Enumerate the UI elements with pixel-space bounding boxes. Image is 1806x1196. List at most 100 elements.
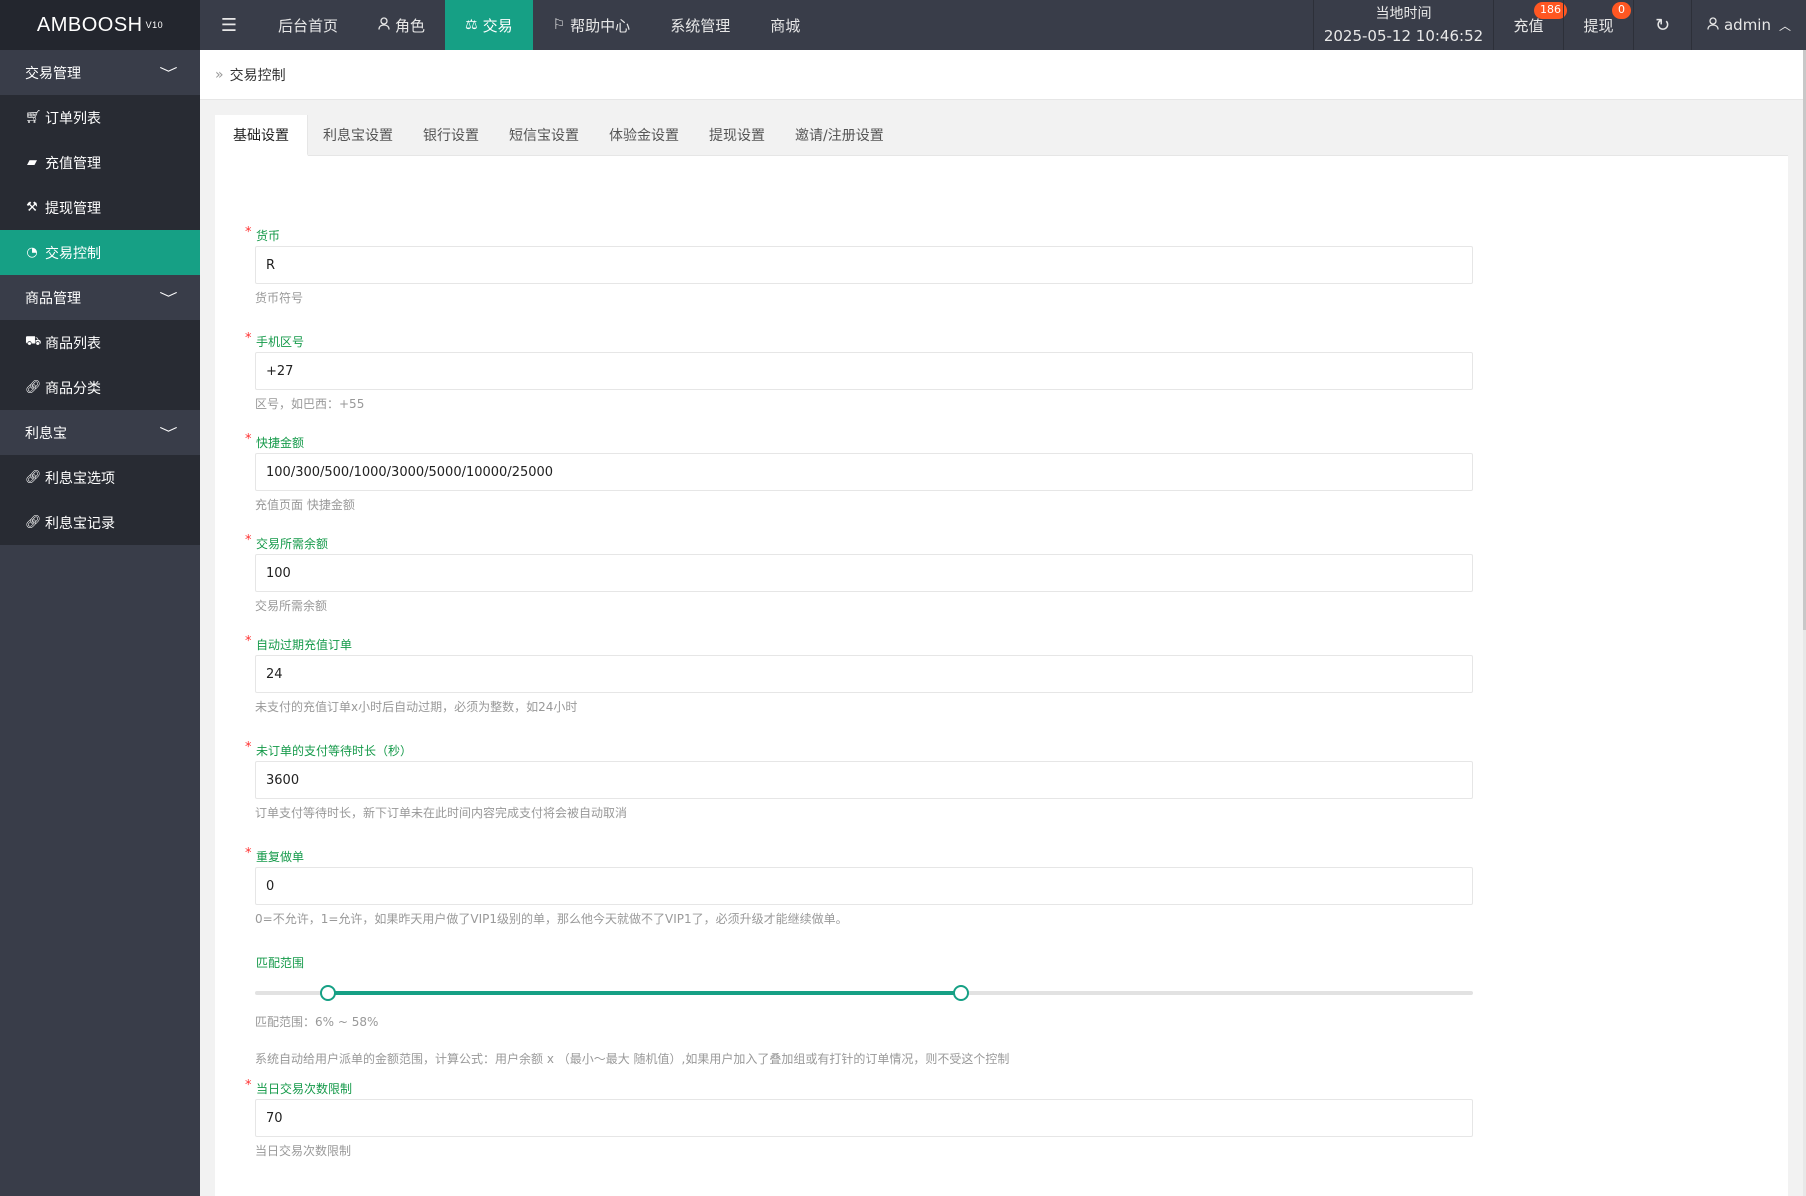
nav-item-home[interactable]: 后台首页: [258, 0, 358, 50]
min-balance-input[interactable]: 100: [255, 554, 1473, 592]
tab-withdraw[interactable]: 提现设置: [694, 115, 780, 155]
local-time: 当地时间 2025-05-12 10:46:52: [1313, 0, 1493, 50]
tab-interest[interactable]: 利息宝设置: [308, 115, 408, 155]
refresh-button[interactable]: ↻: [1633, 0, 1691, 50]
field-label: * 当日交易次数限制: [245, 1078, 1473, 1097]
tab-trial[interactable]: 体验金设置: [594, 115, 694, 155]
match-range-slider[interactable]: [255, 985, 1473, 1001]
link-icon: 🔗︎: [25, 470, 42, 485]
top-header: AMBOOSH V10 ☰ 后台首页 角色 ⚖ 交易 ⚐ 帮助中心 系统管理 商城 当…: [0, 0, 1806, 50]
sidebar-item-orders[interactable]: 🛒︎ 订单列表: [0, 95, 200, 140]
sidebar-item-label: 利息宝选项: [45, 470, 115, 487]
breadcrumb-current: 交易控制: [229, 67, 286, 84]
scale-icon: ⚖: [465, 17, 478, 33]
time-label: 当地时间: [1375, 6, 1432, 22]
required-mark: *: [245, 1078, 252, 1093]
label-text: 自动过期充值订单: [256, 638, 353, 652]
nav-item-trade[interactable]: ⚖ 交易: [445, 0, 533, 50]
slider-thumb-min[interactable]: [320, 985, 337, 1001]
field-quick-amount: * 快捷金额 100/300/500/1000/3000/5000/10000/2…: [245, 432, 1473, 513]
sidebar-item-label: 充值管理: [45, 155, 101, 172]
sidebar: 交易管理 ﹀ 🛒︎ 订单列表 ▰ 充值管理 ⚒ 提现管理 ◔ 交易控制 商品管理 ﹀ ⛟ 商品…: [0, 50, 200, 1196]
field-hint: 未支付的充值订单x小时后自动过期，必须为整数，如24小时: [255, 700, 578, 714]
slider-thumb-max[interactable]: [953, 985, 970, 1001]
chevron-up-icon: ︿: [1778, 18, 1791, 33]
tab-label: 体验金设置: [609, 128, 679, 144]
field-phone-code: * 手机区号 +27 区号，如巴西：+55: [245, 331, 1473, 412]
field-label: 匹配范围: [255, 955, 1473, 971]
tab-label: 短信宝设置: [509, 128, 579, 144]
tab-invite[interactable]: 邀请/注册设置: [780, 115, 899, 155]
app-logo[interactable]: AMBOOSH V10: [0, 0, 200, 50]
tab-label: 利息宝设置: [323, 128, 393, 144]
field-label: * 货币: [245, 225, 1473, 244]
nav-label: 商城: [770, 16, 801, 35]
auto-expire-input[interactable]: 24: [255, 655, 1473, 693]
slider-fill: [328, 991, 962, 995]
sidebar-item-trade-control[interactable]: ◔ 交易控制: [0, 230, 200, 275]
sidebar-item-goods-list[interactable]: ⛟ 商品列表: [0, 320, 200, 365]
nav-item-system[interactable]: 系统管理: [650, 0, 750, 50]
nav-item-role[interactable]: 角色: [358, 0, 445, 50]
field-label: * 手机区号: [245, 331, 1473, 350]
username: admin: [1723, 16, 1771, 34]
label-text: 当日交易次数限制: [256, 1082, 353, 1096]
nav-item-shop[interactable]: 商城: [750, 0, 820, 50]
sidebar-item-label: 商品分类: [45, 380, 101, 397]
sidebar-item-goods-category[interactable]: 🔗︎ 商品分类: [0, 365, 200, 410]
field-hint: 货币符号: [255, 291, 304, 305]
field-label: * 重复做单: [245, 846, 1473, 865]
group-label: 商品管理: [25, 290, 81, 307]
recharge-button[interactable]: 充值 186: [1493, 0, 1567, 50]
group-label: 交易管理: [25, 65, 81, 82]
sidebar-group-interest[interactable]: 利息宝 ﹀: [0, 410, 200, 455]
top-nav: ☰ 后台首页 角色 ⚖ 交易 ⚐ 帮助中心 系统管理 商城: [200, 0, 820, 50]
withdraw-button[interactable]: 提现 0: [1563, 0, 1633, 50]
sidebar-item-interest-options[interactable]: 🔗︎ 利息宝选项: [0, 455, 200, 500]
sidebar-item-label: 利息宝记录: [45, 515, 115, 532]
settings-card: 基础设置 利息宝设置 银行设置 短信宝设置 体验金设置 提现设置 邀请/注册设置…: [215, 115, 1788, 1196]
sidebar-item-interest-records[interactable]: 🔗︎ 利息宝记录: [0, 500, 200, 545]
chevron-down-icon: ﹀: [159, 67, 178, 82]
flag-icon: ⚐: [552, 17, 566, 33]
logo-text: AMBOOSH: [36, 13, 143, 36]
field-label: * 自动过期充值订单: [245, 634, 1473, 653]
required-mark: *: [245, 225, 252, 240]
tab-sms[interactable]: 短信宝设置: [494, 115, 594, 155]
sidebar-group-goods[interactable]: 商品管理 ﹀: [0, 275, 200, 320]
sidebar-item-recharge[interactable]: ▰ 充值管理: [0, 140, 200, 185]
withdraw-label: 提现: [1583, 16, 1614, 35]
nav-item-help[interactable]: ⚐ 帮助中心: [533, 0, 651, 50]
phone-code-input[interactable]: +27: [255, 352, 1473, 390]
currency-input[interactable]: R: [255, 246, 1473, 284]
link-icon: 🔗︎: [25, 380, 42, 395]
quick-amount-input[interactable]: 100/300/500/1000/3000/5000/10000/25000: [255, 453, 1473, 491]
daily-limit-input[interactable]: 70: [255, 1099, 1473, 1137]
gauge-icon: ◔: [26, 245, 38, 260]
tab-basic[interactable]: 基础设置: [215, 115, 308, 156]
label-text: 匹配范围: [256, 956, 305, 970]
label-text: 交易所需余额: [256, 537, 329, 551]
user-icon: [1707, 16, 1719, 34]
cart-icon: ⛟: [25, 334, 42, 349]
comment-icon: ▰: [27, 155, 37, 170]
nav-label: 交易: [482, 16, 513, 35]
label-text: 手机区号: [256, 335, 305, 349]
tab-label: 银行设置: [423, 128, 479, 144]
user-menu[interactable]: admin ︿: [1691, 0, 1806, 50]
label-text: 快捷金额: [256, 436, 305, 450]
menu-toggle-button[interactable]: ☰: [200, 0, 258, 50]
chevron-down-icon: ﹀: [159, 292, 178, 307]
pay-wait-input[interactable]: 3600: [255, 761, 1473, 799]
menu-icon: ☰: [220, 14, 238, 36]
withdraw-badge: 0: [1612, 2, 1631, 19]
sidebar-group-trade[interactable]: 交易管理 ﹀: [0, 50, 200, 95]
label-text: 货币: [256, 229, 281, 243]
field-hint: 0=不允许，1=允许，如果昨天用户做了VIP1级别的单，那么他今天就做不了VIP…: [255, 912, 848, 926]
tab-bank[interactable]: 银行设置: [408, 115, 494, 155]
repeat-order-input[interactable]: 0: [255, 867, 1473, 905]
required-mark: *: [245, 432, 252, 447]
double-chevron-right-icon: »: [215, 66, 224, 83]
required-mark: *: [245, 846, 252, 861]
sidebar-item-withdraw[interactable]: ⚒ 提现管理: [0, 185, 200, 230]
